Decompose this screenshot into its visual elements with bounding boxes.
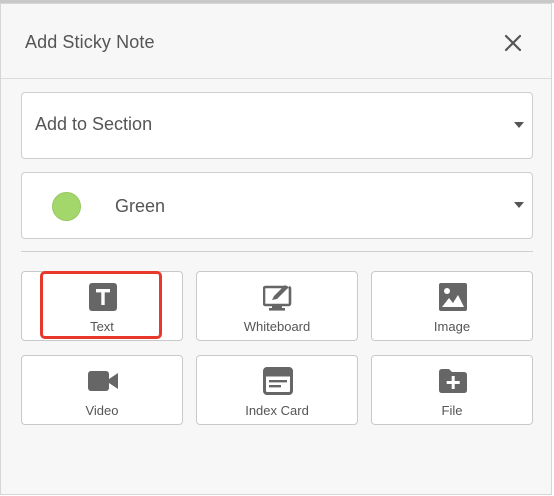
- video-icon: [88, 371, 118, 391]
- chevron-down-icon: [514, 122, 524, 128]
- image-icon: [439, 283, 467, 311]
- divider: [21, 251, 533, 252]
- video-note-button[interactable]: Video: [21, 355, 183, 425]
- image-note-button[interactable]: Image: [371, 271, 533, 341]
- text-icon: [89, 283, 117, 311]
- close-button[interactable]: [500, 30, 526, 56]
- index-card-note-label: Index Card: [245, 403, 309, 418]
- index-card-icon: [263, 367, 293, 395]
- color-select-value: Green: [115, 196, 166, 216]
- section-select-value: Add to Section: [35, 114, 153, 134]
- color-swatch: [52, 192, 81, 221]
- close-icon: [504, 34, 522, 52]
- whiteboard-note-label: Whiteboard: [243, 319, 311, 334]
- section-select[interactable]: Add to Section: [21, 92, 533, 159]
- color-select[interactable]: Green: [21, 172, 533, 239]
- whiteboard-icon: [263, 283, 292, 311]
- text-note-button[interactable]: Text: [21, 271, 183, 341]
- chevron-down-icon: [514, 202, 524, 208]
- dialog-header: Add Sticky Note: [1, 4, 551, 79]
- text-note-label: Text: [90, 319, 114, 334]
- image-note-label: Image: [433, 319, 471, 334]
- add-file-icon: [439, 369, 467, 393]
- add-sticky-note-dialog: Add Sticky Note Add to Section Green Tex…: [0, 3, 552, 495]
- video-note-label: Video: [85, 403, 119, 418]
- dialog-title: Add Sticky Note: [25, 32, 155, 52]
- index-card-note-button[interactable]: Index Card: [196, 355, 358, 425]
- file-note-label: File: [441, 403, 463, 418]
- file-note-button[interactable]: File: [371, 355, 533, 425]
- whiteboard-note-button[interactable]: Whiteboard: [196, 271, 358, 341]
